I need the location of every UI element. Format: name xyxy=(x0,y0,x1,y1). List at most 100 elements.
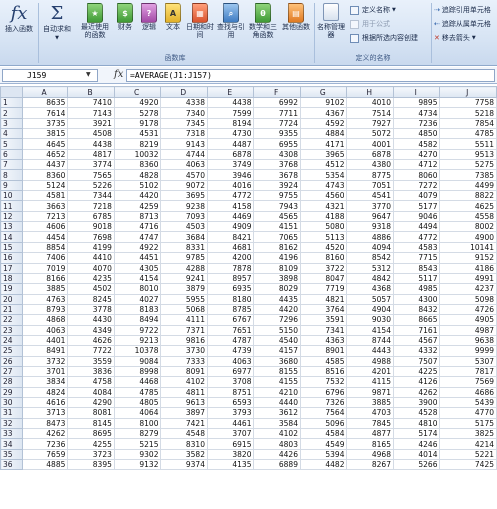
cell[interactable]: 4920 xyxy=(113,96,162,109)
cell[interactable]: 10141 xyxy=(439,241,497,254)
cell[interactable]: 3898 xyxy=(253,272,301,285)
cell[interactable]: 4300 xyxy=(392,293,441,305)
cell[interactable]: 7318 xyxy=(160,128,208,140)
cell[interactable]: 5307 xyxy=(439,355,497,367)
row-header[interactable]: 25 xyxy=(0,345,23,357)
cell[interactable]: 4200 xyxy=(206,252,255,264)
cell[interactable]: 5511 xyxy=(439,138,497,150)
cell[interactable]: 8432 xyxy=(392,303,441,316)
cell[interactable]: 8785 xyxy=(206,303,255,316)
cell[interactable]: 4549 xyxy=(299,438,348,450)
cell[interactable]: 8029 xyxy=(253,283,301,295)
text-button[interactable]: A 文本 xyxy=(162,3,184,32)
cell[interactable]: 4787 xyxy=(206,334,255,347)
cell[interactable]: 8194 xyxy=(206,117,255,130)
cell[interactable]: 4305 xyxy=(113,262,162,274)
cell[interactable]: 3768 xyxy=(253,159,301,171)
cell[interactable]: 9143 xyxy=(160,138,208,150)
cell[interactable]: 4010 xyxy=(346,96,394,109)
cell[interactable]: 8166 xyxy=(21,272,69,285)
cell[interactable]: 4567 xyxy=(392,334,441,347)
cell[interactable]: 4155 xyxy=(253,376,301,388)
cell[interactable]: 7943 xyxy=(253,200,301,212)
cell[interactable]: 4968 xyxy=(346,448,394,461)
cell[interactable]: 4904 xyxy=(346,303,394,316)
cell[interactable]: 9816 xyxy=(160,334,208,347)
cell[interactable]: 4541 xyxy=(346,190,394,202)
row-header[interactable]: 11 xyxy=(0,200,23,212)
cell[interactable]: 4115 xyxy=(346,376,394,388)
cell[interactable]: 5102 xyxy=(113,179,162,192)
cell[interactable]: 5117 xyxy=(392,272,441,285)
cell[interactable]: 4063 xyxy=(206,355,255,367)
cell[interactable]: 8180 xyxy=(206,293,255,305)
cell[interactable]: 4259 xyxy=(113,200,162,212)
row-header[interactable]: 15 xyxy=(0,241,23,254)
cell[interactable]: 5174 xyxy=(392,427,441,440)
cell[interactable]: 8543 xyxy=(392,262,441,274)
cell[interactable]: 4744 xyxy=(160,148,208,161)
cell[interactable]: 8491 xyxy=(21,345,69,357)
column-header[interactable]: G xyxy=(299,86,348,98)
cell[interactable]: 4616 xyxy=(21,396,69,409)
cell[interactable]: 4726 xyxy=(439,303,497,316)
cell[interactable]: 8751 xyxy=(206,386,255,398)
cell[interactable]: 8047 xyxy=(299,272,348,285)
cell[interactable]: 7341 xyxy=(299,324,348,336)
cell[interactable]: 3663 xyxy=(21,200,69,212)
cell[interactable]: 4063 xyxy=(160,159,208,171)
cell[interactable]: 4905 xyxy=(439,314,497,326)
cell[interactable]: 5354 xyxy=(299,169,348,181)
cell[interactable]: 5278 xyxy=(113,107,162,119)
row-header[interactable]: 10 xyxy=(0,190,23,202)
cell[interactable]: 4703 xyxy=(346,407,394,419)
cell[interactable]: 6955 xyxy=(253,138,301,150)
cell[interactable]: 4001 xyxy=(346,138,394,150)
cell[interactable]: 8665 xyxy=(392,314,441,326)
cell[interactable]: 5215 xyxy=(113,438,162,450)
cell[interactable]: 4548 xyxy=(160,427,208,440)
cell[interactable]: 4154 xyxy=(113,272,162,285)
row-header[interactable]: 2 xyxy=(0,107,23,119)
cell[interactable]: 7425 xyxy=(439,459,497,471)
cell[interactable]: 7817 xyxy=(439,365,497,378)
cell[interactable]: 8775 xyxy=(346,169,394,181)
cell[interactable]: 7344 xyxy=(67,190,115,202)
cell[interactable]: 4583 xyxy=(392,241,441,254)
name-manager-button[interactable]: 名称管理器 xyxy=(316,3,346,39)
cell[interactable]: 3678 xyxy=(253,169,301,181)
cell[interactable]: 8744 xyxy=(346,334,394,347)
cell[interactable]: 8421 xyxy=(206,231,255,243)
cell[interactable]: 7569 xyxy=(439,376,497,388)
cell[interactable]: 5124 xyxy=(21,179,69,192)
cell[interactable]: 4214 xyxy=(439,438,497,450)
row-header[interactable]: 19 xyxy=(0,283,23,295)
cell[interactable]: 8713 xyxy=(113,210,162,223)
cell[interactable]: 8100 xyxy=(113,417,162,430)
cell[interactable]: 4560 xyxy=(299,190,348,202)
cell[interactable]: 6796 xyxy=(299,386,348,398)
cell[interactable]: 4237 xyxy=(439,283,497,295)
cell[interactable]: 8473 xyxy=(21,417,69,430)
cell[interactable]: 4739 xyxy=(206,345,255,357)
cell[interactable]: 4014 xyxy=(392,448,441,461)
more-functions-button[interactable]: ▤ 其他函数 xyxy=(280,3,312,32)
cell[interactable]: 4102 xyxy=(253,427,301,440)
cell[interactable]: 3793 xyxy=(206,407,255,419)
cell[interactable]: 4582 xyxy=(392,138,441,150)
cell[interactable]: 7854 xyxy=(439,117,497,130)
cell[interactable]: 3946 xyxy=(206,169,255,181)
cell[interactable]: 4290 xyxy=(67,396,115,409)
cell[interactable]: 4468 xyxy=(113,376,162,388)
cell[interactable]: 4158 xyxy=(206,200,255,212)
cell[interactable]: 4438 xyxy=(206,96,255,109)
cell[interactable]: 7715 xyxy=(392,252,441,264)
row-header[interactable]: 31 xyxy=(0,407,23,419)
cell[interactable]: 5150 xyxy=(253,324,301,336)
cell[interactable]: 9238 xyxy=(160,200,208,212)
cell[interactable]: 7514 xyxy=(346,107,394,119)
cell[interactable]: 4443 xyxy=(346,345,394,357)
cell[interactable]: 4520 xyxy=(299,241,348,254)
row-header[interactable]: 1 xyxy=(0,96,23,109)
cell[interactable]: 4584 xyxy=(299,427,348,440)
